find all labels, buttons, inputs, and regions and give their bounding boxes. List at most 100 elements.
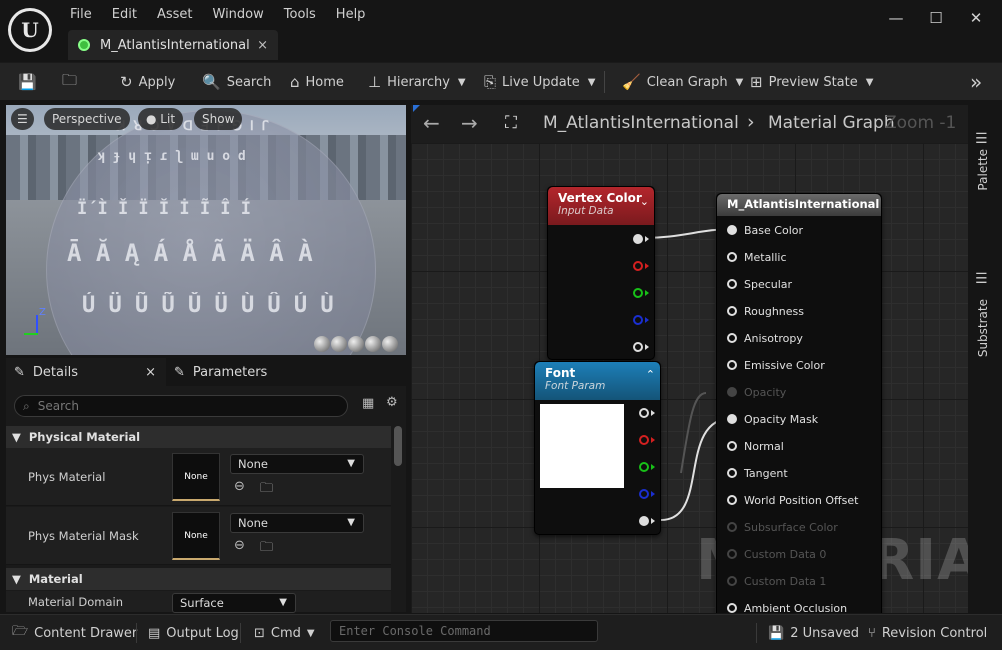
input-pin[interactable] <box>727 495 737 505</box>
browse-button[interactable]: 🗀 <box>62 63 77 101</box>
input-pin[interactable] <box>727 333 737 343</box>
pin-normal[interactable]: Normal <box>727 436 784 456</box>
back-arrow-icon[interactable]: ← <box>423 111 440 135</box>
font-r-pin[interactable] <box>639 435 649 445</box>
r-output-pin[interactable] <box>633 261 643 271</box>
tab-details-close-icon[interactable]: × <box>145 365 156 380</box>
output-log-button[interactable]: ▤ Output Log <box>148 615 239 650</box>
preview-viewport[interactable]: ꓘ ꓤ ꓛ ∀ ꓷ ꓱ ꓝ ꓨ ꓲ ꓩ ʞ ɟ ɥ ᴉ ɾ ʅ ɯ u o d … <box>6 105 406 355</box>
cmd-dropdown[interactable]: ⊡ Cmd ▼ <box>254 615 315 650</box>
collapse-chevron-icon[interactable]: ⌄ <box>640 195 649 208</box>
breadcrumb-asset[interactable]: M_AtlantisInternational <box>543 113 739 133</box>
pin-metallic[interactable]: Metallic <box>727 247 787 267</box>
search-button[interactable]: 🔍 Search <box>202 63 271 101</box>
perspective-button[interactable]: Perspective <box>44 108 130 130</box>
phys-material-thumbnail[interactable]: None <box>172 453 220 501</box>
pin-roughness[interactable]: Roughness <box>727 301 804 321</box>
tab-parameters[interactable]: ✎ Parameters <box>166 358 267 386</box>
input-pin[interactable] <box>727 603 737 613</box>
forward-arrow-icon[interactable]: → <box>461 111 478 135</box>
home-button[interactable]: ⌂ Home <box>290 63 344 101</box>
lit-button[interactable]: ● Lit <box>138 108 184 130</box>
pin-opacity-mask[interactable]: Opacity Mask <box>727 409 818 429</box>
vertex-color-node[interactable]: Vertex Color Input Data ⌄ <box>547 186 655 360</box>
menu-asset[interactable]: Asset <box>147 2 203 28</box>
a-output-pin[interactable] <box>633 342 643 352</box>
g-output-pin[interactable] <box>633 288 643 298</box>
document-tab-close-icon[interactable]: × <box>257 38 268 53</box>
minimize-button[interactable]: — <box>886 8 906 28</box>
close-window-button[interactable]: ✕ <box>966 8 986 28</box>
font-g-pin[interactable] <box>639 462 649 472</box>
pin-base-color[interactable]: Base Color <box>727 220 803 240</box>
details-search-input[interactable]: ⌕ Search <box>14 395 348 417</box>
pin-specular[interactable]: Specular <box>727 274 792 294</box>
teapot-mesh-icon[interactable] <box>382 336 398 352</box>
unreal-logo-icon[interactable]: U <box>8 8 52 52</box>
pin-ambient-occlusion[interactable]: Ambient Occlusion <box>727 598 847 613</box>
phys-material-dropdown[interactable]: None ▼ <box>230 454 364 474</box>
browse-asset-icon[interactable]: 🗀 <box>260 538 273 560</box>
clean-graph-button[interactable]: 🧹 Clean Graph ▼ <box>622 63 743 101</box>
viewport-menu-button[interactable]: ☰ <box>11 108 34 130</box>
collapse-chevron-icon[interactable]: ⌃ <box>646 368 655 381</box>
category-material[interactable]: ▼ Material <box>6 568 391 590</box>
input-pin[interactable] <box>727 306 737 316</box>
menu-edit[interactable]: Edit <box>102 2 147 28</box>
browse-asset-icon[interactable]: 🗀 <box>260 479 273 501</box>
category-physical-material[interactable]: ▼ Physical Material <box>6 426 391 448</box>
maximize-button[interactable]: ☐ <box>926 8 946 28</box>
unsaved-button[interactable]: 💾 2 Unsaved <box>768 615 859 650</box>
font-rgb-pin[interactable] <box>639 408 649 418</box>
tab-palette[interactable]: Palette <box>976 149 990 191</box>
material-domain-dropdown[interactable]: Surface ▼ <box>172 593 296 613</box>
pin-world-position-offset[interactable]: World Position Offset <box>727 490 858 510</box>
use-selected-icon[interactable]: ⊖ <box>234 479 245 494</box>
font-a-pin[interactable] <box>639 516 649 526</box>
cube-mesh-icon[interactable] <box>365 336 381 352</box>
use-selected-icon[interactable]: ⊖ <box>234 538 245 553</box>
save-button[interactable]: 💾 <box>18 63 37 101</box>
pin-tangent[interactable]: Tangent <box>727 463 788 483</box>
pin-emissive-color[interactable]: Emissive Color <box>727 355 825 375</box>
tab-details[interactable]: ✎ Details × <box>6 358 166 386</box>
details-scrollbar[interactable] <box>394 426 402 466</box>
apply-button[interactable]: ↻ Apply <box>120 63 175 101</box>
hierarchy-button[interactable]: ⊥ Hierarchy ▼ <box>368 63 466 101</box>
material-graph-canvas[interactable]: MATERIAL Vertex Color Input Data ⌄ Font … <box>411 143 968 613</box>
menu-window[interactable]: Window <box>203 2 274 28</box>
rgb-output-pin[interactable] <box>633 234 643 244</box>
input-pin[interactable] <box>727 468 737 478</box>
preview-mesh-selector[interactable] <box>314 335 398 353</box>
preview-state-button[interactable]: ⊞ Preview State ▼ <box>750 63 873 101</box>
gear-icon[interactable]: ⚙ <box>386 395 398 410</box>
toolbar-overflow-button[interactable]: » <box>970 63 982 101</box>
input-pin[interactable] <box>727 360 737 370</box>
material-result-node[interactable]: M_AtlantisInternational Base Color Metal… <box>716 193 882 613</box>
input-pin[interactable] <box>727 252 737 262</box>
tab-substrate[interactable]: Substrate <box>976 299 990 357</box>
table-view-icon[interactable]: ▦ <box>362 396 374 411</box>
breadcrumb-graph[interactable]: Material Graph <box>768 113 895 133</box>
input-pin[interactable] <box>727 414 737 424</box>
phys-material-mask-dropdown[interactable]: None ▼ <box>230 513 364 533</box>
menu-tools[interactable]: Tools <box>274 2 326 28</box>
menu-help[interactable]: Help <box>326 2 376 28</box>
b-output-pin[interactable] <box>633 315 643 325</box>
sphere-mesh-icon[interactable] <box>331 336 347 352</box>
revision-control-button[interactable]: ⑂ Revision Control <box>868 615 987 650</box>
phys-material-mask-thumbnail[interactable]: None <box>172 512 220 560</box>
console-input[interactable]: Enter Console Command <box>330 620 598 642</box>
input-pin[interactable] <box>727 441 737 451</box>
pin-anisotropy[interactable]: Anisotropy <box>727 328 803 348</box>
show-button[interactable]: Show <box>194 108 243 130</box>
input-pin[interactable] <box>727 225 737 235</box>
input-pin[interactable] <box>727 279 737 289</box>
document-tab[interactable]: M_AtlantisInternational × <box>68 30 278 60</box>
font-node[interactable]: Font Font Param ⌃ <box>534 361 661 535</box>
live-update-button[interactable]: ⎘ Live Update ▼ <box>484 63 595 101</box>
plane-mesh-icon[interactable] <box>348 336 364 352</box>
content-drawer-button[interactable]: 🗁 Content Drawer <box>12 615 137 650</box>
font-b-pin[interactable] <box>639 489 649 499</box>
menu-file[interactable]: File <box>60 2 102 28</box>
